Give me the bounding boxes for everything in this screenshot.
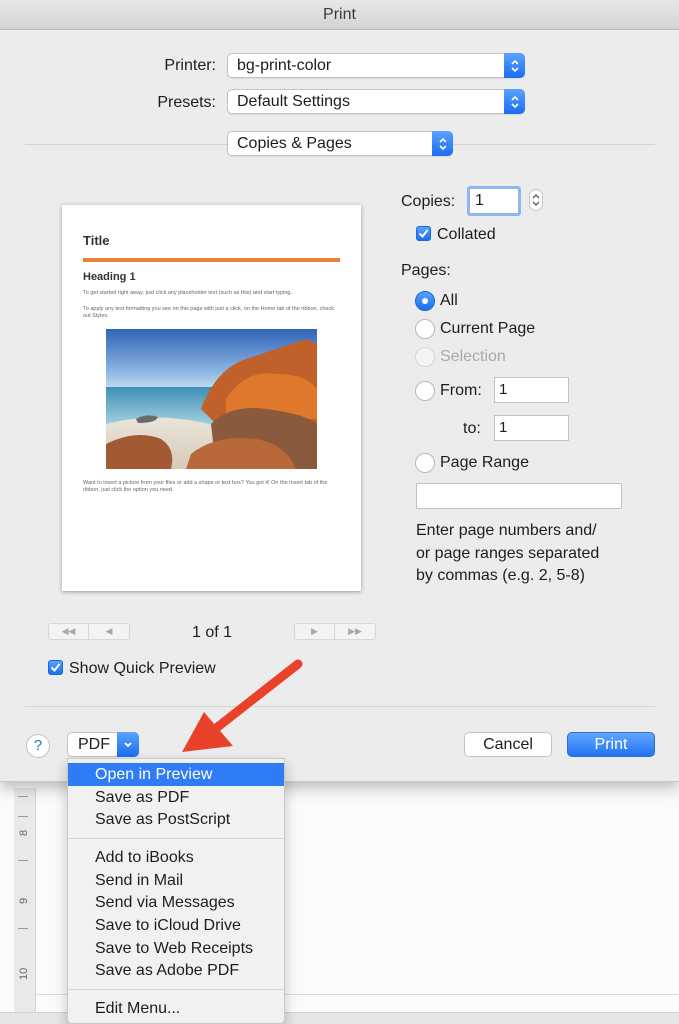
preview-paragraph-1: To get started right away, just click an… <box>83 290 292 296</box>
menu-separator <box>68 989 284 990</box>
printer-popup[interactable]: bg-print-color <box>227 53 525 78</box>
pages-current-radio[interactable] <box>415 319 435 339</box>
page-range-help-3: by commas (e.g. 2, 5-8) <box>416 567 585 584</box>
menu-item-save-to-icloud-drive[interactable]: Save to iCloud Drive <box>68 914 284 937</box>
section-popup[interactable]: Copies & Pages <box>227 131 453 156</box>
pages-range-label: Page Range <box>440 454 529 471</box>
pdf-menu-button[interactable]: PDF <box>67 732 139 757</box>
to-page-field[interactable]: 1 <box>494 415 569 441</box>
page-range-help-2: or page ranges separated <box>416 545 600 562</box>
menu-item-open-in-preview[interactable]: Open in Preview <box>68 763 284 786</box>
collated-label: Collated <box>437 226 496 243</box>
preview-image <box>106 329 317 469</box>
pages-selection-radio <box>415 347 435 367</box>
pages-from-label: From: <box>440 382 482 399</box>
vertical-ruler: 8 9 10 <box>14 788 36 1024</box>
menu-item-edit-menu[interactable]: Edit Menu... <box>68 997 284 1020</box>
ruler-label-9: 9 <box>18 897 30 904</box>
page-preview: Title Heading 1 To get started right awa… <box>62 205 361 591</box>
ruler-label-8: 8 <box>18 829 30 836</box>
first-page-button[interactable]: ◀◀ <box>49 624 89 639</box>
show-quick-preview-label: Show Quick Preview <box>69 660 216 677</box>
to-label: to: <box>463 420 481 437</box>
page-indicator: 1 of 1 <box>192 624 233 641</box>
checkmark-icon <box>50 663 61 673</box>
preview-title: Title <box>83 233 110 248</box>
show-quick-preview-checkbox[interactable] <box>48 660 63 675</box>
pages-selection-label: Selection <box>440 348 506 365</box>
from-page-field[interactable]: 1 <box>494 377 569 403</box>
section-value: Copies & Pages <box>237 135 352 152</box>
ruler-label-10: 10 <box>18 967 30 980</box>
presets-label: Presets: <box>157 94 216 111</box>
pages-all-radio[interactable] <box>415 291 435 311</box>
menu-item-send-via-messages[interactable]: Send via Messages <box>68 891 284 914</box>
printer-label: Printer: <box>164 57 216 74</box>
pdf-dropdown-menu: Open in Preview Save as PDF Save as Post… <box>67 758 285 1024</box>
menu-item-send-in-mail[interactable]: Send in Mail <box>68 869 284 892</box>
preview-title-rule <box>83 258 340 262</box>
copies-label: Copies: <box>401 193 456 210</box>
previous-page-button[interactable]: ◀ <box>89 624 129 639</box>
footer-separator <box>25 706 655 707</box>
page-range-field[interactable] <box>416 483 622 509</box>
print-dialog: Print Printer: bg-print-color Presets: D… <box>0 0 679 782</box>
preview-nav-forward: ▶ ▶▶ <box>294 623 376 640</box>
presets-value: Default Settings <box>237 93 350 110</box>
menu-separator <box>68 838 284 839</box>
preview-heading: Heading 1 <box>83 271 136 283</box>
preview-paragraph-2: To apply any text formatting you see on … <box>83 306 334 319</box>
presets-popup[interactable]: Default Settings <box>227 89 525 114</box>
cancel-button[interactable]: Cancel <box>464 732 552 757</box>
printer-value: bg-print-color <box>237 57 332 74</box>
dialog-title: Print <box>0 0 679 30</box>
pages-from-radio[interactable] <box>415 381 435 401</box>
pages-label: Pages: <box>401 262 451 279</box>
preview-nav-back: ◀◀ ◀ <box>48 623 130 640</box>
chevron-down-icon <box>117 732 139 757</box>
copies-stepper[interactable] <box>529 189 543 211</box>
preview-paragraph-3: Want to insert a picture from your files… <box>83 480 328 493</box>
updown-chevron-icon <box>432 131 453 156</box>
pages-all-label: All <box>440 292 458 309</box>
checkmark-icon <box>418 229 429 239</box>
pages-current-label: Current Page <box>440 320 536 337</box>
help-button[interactable]: ? <box>26 734 50 758</box>
pages-range-radio[interactable] <box>415 453 435 473</box>
last-page-button[interactable]: ▶▶ <box>335 624 375 639</box>
menu-item-save-as-postscript[interactable]: Save as PostScript <box>68 808 284 831</box>
updown-chevron-icon <box>504 89 525 114</box>
next-page-button[interactable]: ▶ <box>295 624 335 639</box>
updown-chevron-icon <box>504 53 525 78</box>
copies-field[interactable]: 1 <box>467 186 521 216</box>
menu-item-save-as-pdf[interactable]: Save as PDF <box>68 786 284 809</box>
menu-item-save-as-adobe-pdf[interactable]: Save as Adobe PDF <box>68 959 284 982</box>
page-range-help-1: Enter page numbers and/ <box>416 522 597 539</box>
print-button[interactable]: Print <box>567 732 655 757</box>
menu-item-save-to-web-receipts[interactable]: Save to Web Receipts <box>68 937 284 960</box>
pdf-label: PDF <box>78 736 110 753</box>
updown-chevron-icon <box>532 194 540 206</box>
menu-item-add-to-ibooks[interactable]: Add to iBooks <box>68 846 284 869</box>
collated-checkbox[interactable] <box>416 226 431 241</box>
